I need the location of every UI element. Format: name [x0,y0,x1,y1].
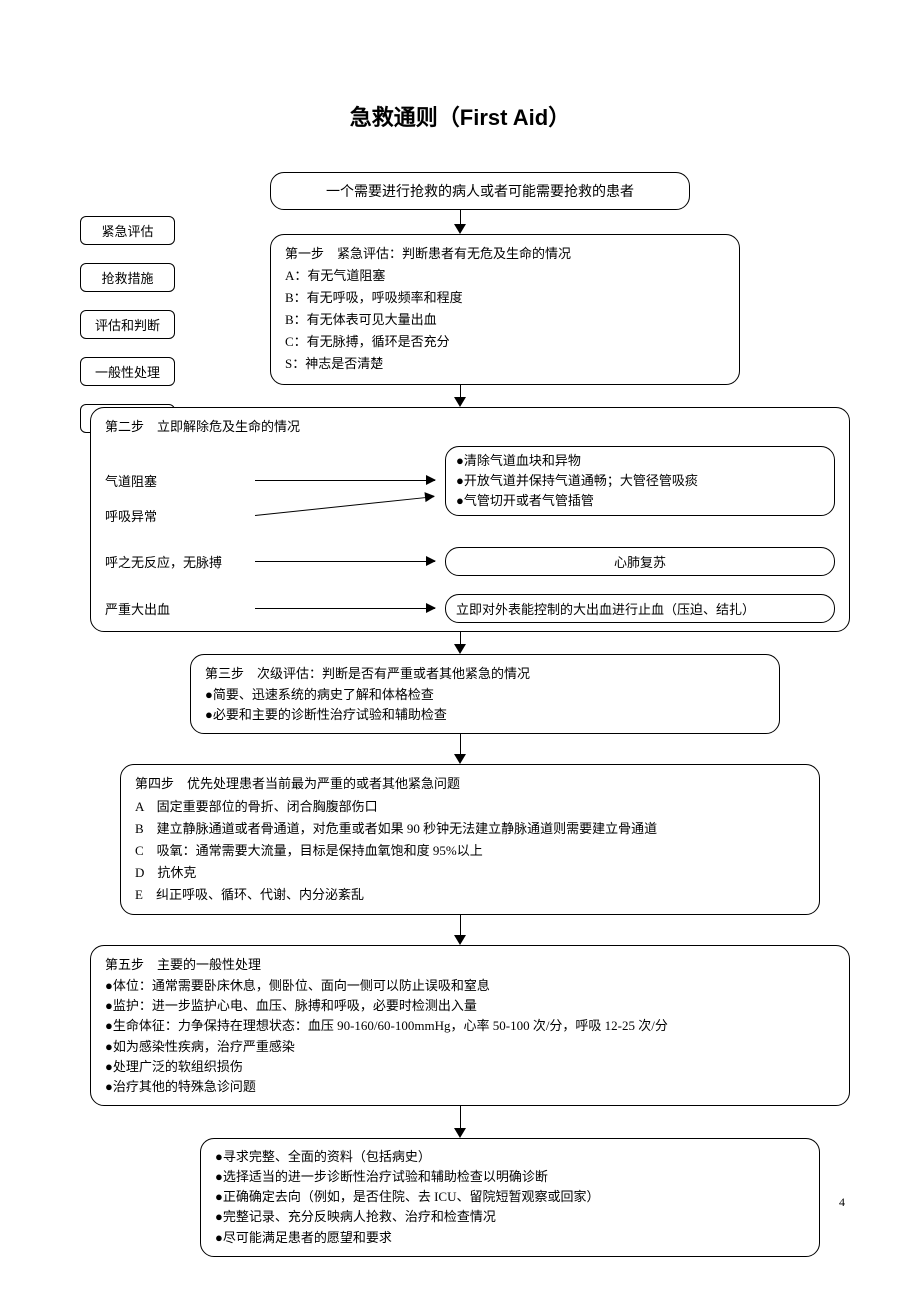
step1-a: A：有无气道阻塞 [285,265,725,287]
step1-b2: B：有无体表可见大量出血 [285,309,725,331]
step2-cpr-box: 心肺复苏 [445,547,835,576]
step2-airway-label: 气道阻塞 [105,471,245,490]
start-box: 一个需要进行抢救的病人或者可能需要抢救的患者 [270,172,690,210]
step2-bleed-label: 严重大出血 [105,599,245,618]
step4-c: C 吸氧：通常需要大流量，目标是保持血氧饱和度 95%以上 [135,840,805,862]
step2-title: 第二步 立即解除危及生命的情况 [105,416,835,438]
step6-l2: ●选择适当的进一步诊断性治疗试验和辅助检查以明确诊断 [215,1167,805,1187]
step4-box: 第四步 优先处理患者当前最为严重的或者其他紧急问题 A 固定重要部位的骨折、闭合… [120,764,820,915]
step3-title: 第三步 次级评估：判断是否有严重或者其他紧急的情况 [205,663,765,685]
step4-b: B 建立静脉通道或者骨通道，对危重或者如果 90 秒钟无法建立静脉通道则需要建立… [135,818,805,840]
step5-l4: ●如为感染性疾病，治疗严重感染 [105,1037,835,1057]
step4-a: A 固定重要部位的骨折、闭合胸腹部伤口 [135,796,805,818]
step6-l1: ●寻求完整、全面的资料（包括病史） [215,1147,805,1167]
start-text: 一个需要进行抢救的病人或者可能需要抢救的患者 [326,185,634,200]
step5-l2: ●监护：进一步监护心电、血压、脉搏和呼吸，必要时检测出入量 [105,996,835,1016]
arrow-down-icon [60,632,860,654]
step1-c: C：有无脉搏，循环是否充分 [285,331,725,353]
step2-nopulse-label: 呼之无反应，无脉搏 [105,552,245,571]
step2-a-r2: ●开放气道并保持气道通畅；大管径管吸痰 [456,471,824,491]
step4-title: 第四步 优先处理患者当前最为严重的或者其他紧急问题 [135,773,805,795]
step2-box: 第二步 立即解除危及生命的情况 气道阻塞 ●清除气道血块和异物 ●开放气道并保持… [90,407,850,633]
step2-bleed-box: 立即对外表能控制的大出血进行止血（压迫、结扎） [445,594,835,623]
step2-a-r1: ●清除气道血块和异物 [456,451,824,471]
arrow-down-icon [60,385,860,407]
arrow-right-icon [255,480,435,481]
step3-l2: ●必要和主要的诊断性治疗试验和辅助检查 [205,705,765,725]
step5-box: 第五步 主要的一般性处理 ●体位：通常需要卧床休息，侧卧位、面向一侧可以防止误吸… [90,945,850,1106]
step5-l1: ●体位：通常需要卧床休息，侧卧位、面向一侧可以防止误吸和窒息 [105,976,835,996]
arrow-right-icon [255,561,435,562]
step5-l3: ●生命体征：力争保持在理想状态：血压 90-160/60-100mmHg，心率 … [105,1016,835,1036]
step1-b1: B：有无呼吸，呼吸频率和程度 [285,287,725,309]
step6-l4: ●完整记录、充分反映病人抢救、治疗和检查情况 [215,1207,805,1227]
step4-e: E 纠正呼吸、循环、代谢、内分泌紊乱 [135,884,805,906]
arrow-down-icon [60,915,860,945]
step1-title: 第一步 紧急评估：判断患者有无危及生命的情况 [285,243,725,265]
step4-d: D 抗休克 [135,862,805,884]
step3-l1: ●简要、迅速系统的病史了解和体格检查 [205,685,765,705]
step5-l6: ●治疗其他的特殊急诊问题 [105,1077,835,1097]
step3-box: 第三步 次级评估：判断是否有严重或者其他紧急的情况 ●简要、迅速系统的病史了解和… [190,654,780,734]
step6-l3: ●正确确定去向（例如，是否住院、去 ICU、留院短暂观察或回家） [215,1187,805,1207]
page-title: 急救通则（First Aid） [60,100,860,132]
step2-breath-label: 呼吸异常 [105,506,245,525]
arrow-right-icon [255,608,435,609]
step1-box: 第一步 紧急评估：判断患者有无危及生命的情况 A：有无气道阻塞 B：有无呼吸，呼… [270,234,740,385]
step1-s: S：神志是否清楚 [285,353,725,375]
step5-l5: ●处理广泛的软组织损伤 [105,1057,835,1077]
arrow-down-icon [60,210,860,234]
step6-l5: ●尽可能满足患者的愿望和要求 [215,1228,805,1248]
arrow-down-icon [60,1106,860,1138]
arrow-down-icon [60,734,860,764]
step5-title: 第五步 主要的一般性处理 [105,954,835,976]
step6-box: ●寻求完整、全面的资料（包括病史） ●选择适当的进一步诊断性治疗试验和辅助检查以… [200,1138,820,1257]
